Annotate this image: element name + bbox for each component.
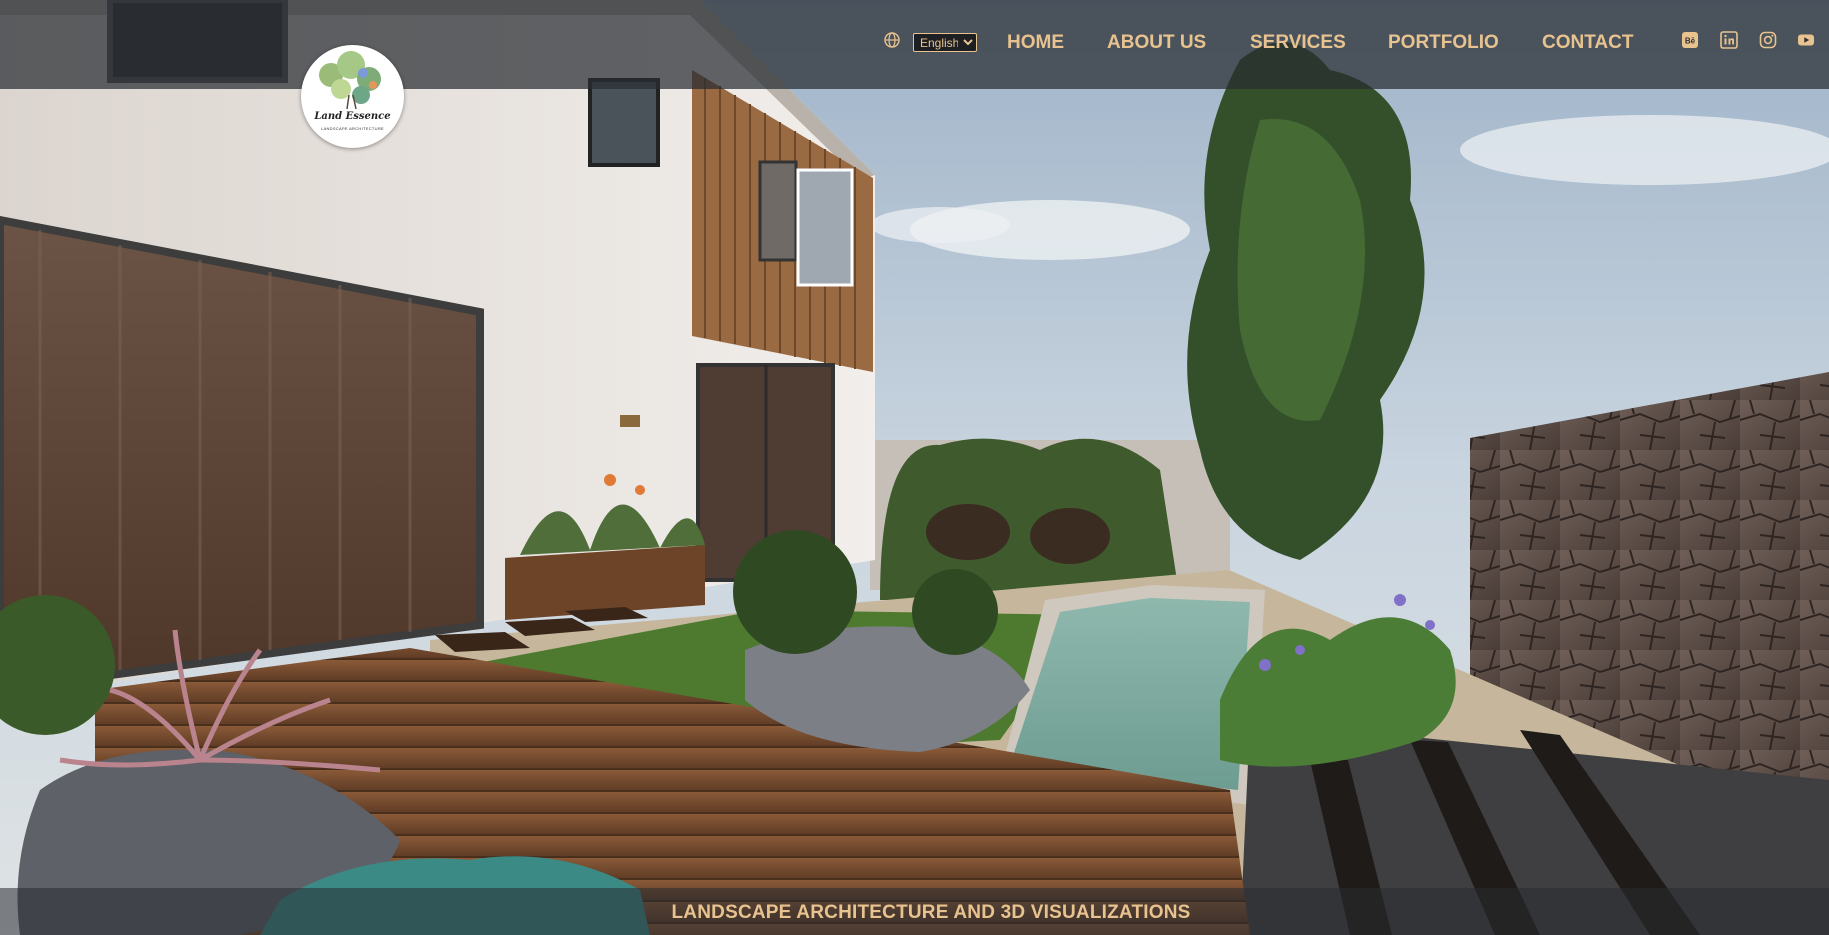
logo-subtitle: LANDSCAPE ARCHITECTURE xyxy=(320,126,385,131)
logo-title: Land Essence xyxy=(314,111,391,122)
nav-services-link[interactable]: SERVICES xyxy=(1250,31,1346,55)
hero-tagline: LANDSCAPE ARCHITECTURE AND 3D VISUALIZAT… xyxy=(671,902,1191,923)
logo-tree-icon xyxy=(319,51,381,110)
nav-about-link[interactable]: ABOUT US xyxy=(1107,31,1206,55)
youtube-icon[interactable] xyxy=(1797,31,1815,49)
nav-home-link[interactable]: HOME xyxy=(1007,31,1064,55)
site-logo[interactable]: Land Essence LANDSCAPE ARCHITECTURE xyxy=(301,45,404,148)
behance-icon[interactable]: Bē xyxy=(1681,31,1699,49)
nav-contact-link[interactable]: CONTACT xyxy=(1542,31,1633,55)
hero-background-image xyxy=(0,0,1829,935)
globe-icon xyxy=(884,32,900,48)
nav-portfolio-link[interactable]: PORTFOLIO xyxy=(1388,31,1499,55)
svg-text:Bē: Bē xyxy=(1685,37,1696,46)
linkedin-icon[interactable] xyxy=(1720,31,1738,49)
language-select[interactable]: English xyxy=(913,33,977,52)
instagram-icon[interactable] xyxy=(1759,31,1777,49)
